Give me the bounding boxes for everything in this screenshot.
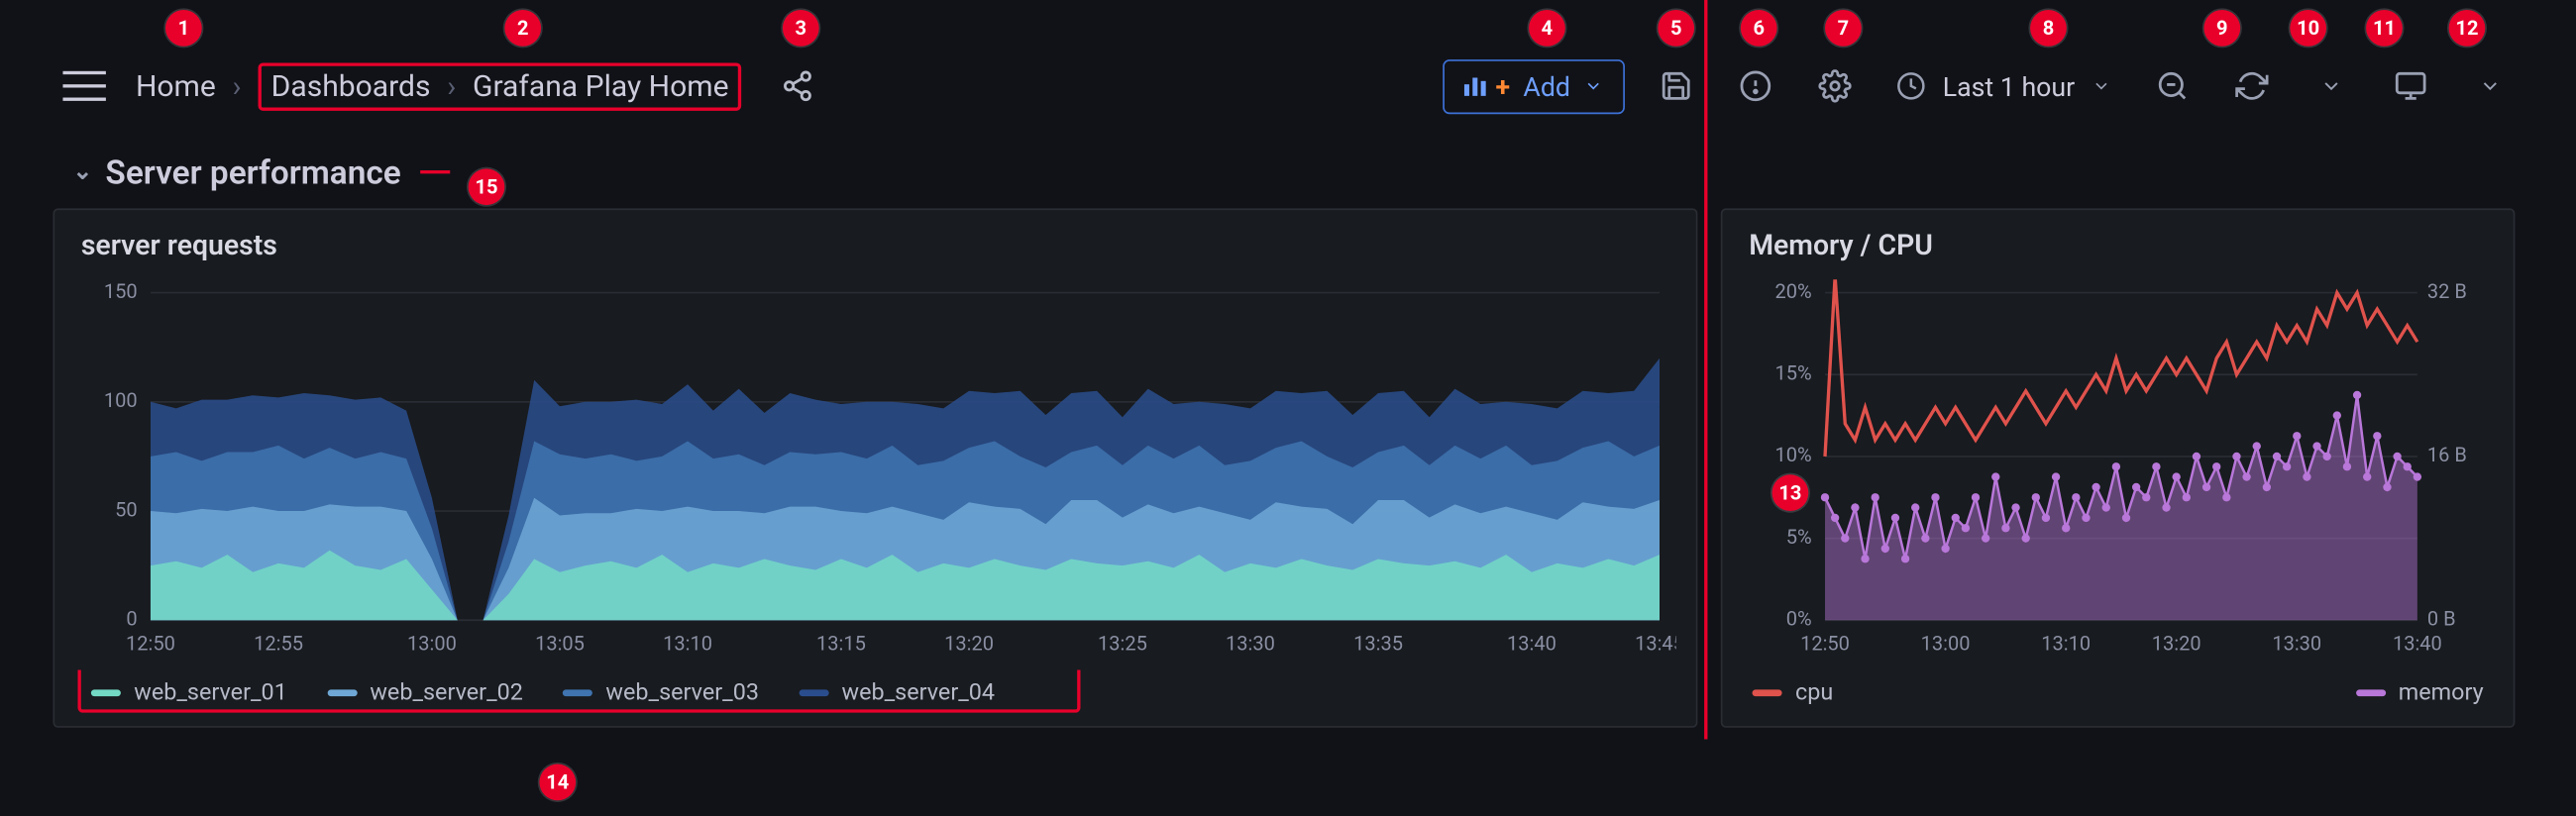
callout-13: 13 (1772, 474, 1809, 511)
row-toggle-server-performance[interactable]: ⌄ Server performance (43, 129, 2537, 208)
svg-text:13:30: 13:30 (2272, 631, 2321, 655)
svg-text:15%: 15% (1774, 361, 1811, 385)
breadcrumb-current[interactable]: Grafana Play Home (473, 68, 729, 103)
svg-text:13:30: 13:30 (1226, 631, 1275, 655)
top-bar: Home › Dashboards › Grafana Play Home + … (43, 43, 2537, 129)
time-range-picker[interactable]: Last 1 hour (1886, 70, 2121, 102)
zoom-out-button[interactable] (2144, 57, 2200, 114)
svg-text:13:40: 13:40 (1507, 631, 1556, 655)
add-label: Add (1523, 70, 1570, 102)
svg-text:0%: 0% (1786, 607, 1812, 631)
breadcrumb: Home › Dashboards › Grafana Play Home (136, 62, 814, 110)
svg-text:13:00: 13:00 (407, 631, 457, 655)
legend-item[interactable]: web_server_04 (799, 679, 995, 706)
legend-item[interactable]: web_server_02 (327, 679, 523, 706)
legend-server-requests: web_server_01 web_server_02 web_server_0… (74, 663, 1676, 706)
settings-button[interactable] (1807, 57, 1864, 114)
svg-text:13:40: 13:40 (2393, 631, 2442, 655)
svg-text:12:50: 12:50 (126, 631, 175, 655)
callout-6: 6 (1741, 10, 1777, 47)
chevron-right-icon: › (233, 68, 242, 103)
toolbar: + Add Last 1 hour (1443, 57, 2519, 114)
panel-memory-cpu[interactable]: Memory / CPU 0% 5% 10% 15% 20% 0 B 16 B 32 B 12:… (1721, 208, 2516, 727)
callout-7: 7 (1825, 10, 1862, 47)
grafana-dashboard-root: 1 2 3 4 5 6 7 8 9 10 11 12 13 14 15 Home… (0, 0, 2576, 816)
svg-text:13:20: 13:20 (2152, 631, 2201, 655)
svg-text:12:55: 12:55 (254, 631, 303, 655)
legend-item[interactable]: web_server_03 (563, 679, 759, 706)
row-title: Server performance (105, 153, 400, 192)
svg-text:13:20: 13:20 (944, 631, 994, 655)
svg-text:13:10: 13:10 (663, 631, 712, 655)
annotation-line (421, 170, 451, 173)
legend-item[interactable]: cpu (1753, 679, 1834, 706)
svg-text:50: 50 (115, 497, 138, 521)
callout-9: 9 (2203, 10, 2240, 47)
callout-3: 3 (783, 10, 819, 47)
callout-1: 1 (165, 10, 202, 47)
time-range-label: Last 1 hour (1943, 70, 2075, 102)
svg-text:13:15: 13:15 (816, 631, 866, 655)
callout-5: 5 (1658, 10, 1694, 47)
svg-text:32 B: 32 B (2427, 279, 2467, 303)
tv-mode-button[interactable] (2383, 57, 2439, 114)
svg-text:10%: 10% (1774, 443, 1811, 466)
dashboard-insights-button[interactable] (1728, 57, 1784, 114)
chevron-right-icon: › (447, 68, 456, 103)
refresh-button[interactable] (2223, 57, 2280, 114)
panel-title: Memory / CPU (1743, 227, 2494, 279)
add-panel-button[interactable]: + Add (1443, 58, 1625, 113)
breadcrumb-dashboards[interactable]: Dashboards (271, 68, 431, 103)
chart-server-requests[interactable]: 0 50 100 150 12:50 12:55 13:00 13:05 13:10 13:15 1… (74, 279, 1676, 663)
svg-text:150: 150 (104, 279, 138, 303)
svg-text:0: 0 (126, 607, 137, 631)
svg-text:12:50: 12:50 (1800, 631, 1850, 655)
callout-11: 11 (2366, 10, 2403, 47)
callout-10: 10 (2290, 10, 2326, 47)
chart-memory-cpu[interactable]: 0% 5% 10% 15% 20% 0 B 16 B 32 B 12:50 13:00 13:10 1… (1743, 279, 2494, 663)
callout-4: 4 (1529, 10, 1565, 47)
svg-text:13:35: 13:35 (1353, 631, 1403, 655)
svg-text:13:45: 13:45 (1635, 631, 1676, 655)
callout-8: 8 (2030, 10, 2067, 47)
svg-text:100: 100 (104, 388, 138, 412)
legend-item[interactable]: web_server_01 (91, 679, 287, 706)
panel-server-requests[interactable]: server requests 0 50 100 150 12:50 12:55 13:00… (53, 208, 1697, 727)
breadcrumb-home[interactable]: Home (136, 68, 216, 103)
legend-item[interactable]: memory (2355, 679, 2483, 706)
refresh-interval-button[interactable] (2304, 57, 2360, 114)
callout-12: 12 (2449, 10, 2486, 47)
svg-text:5%: 5% (1786, 525, 1812, 549)
panel-row: server requests 0 50 100 150 12:50 12:55 13:00… (43, 208, 2537, 727)
svg-text:0 B: 0 B (2427, 607, 2456, 631)
save-button[interactable] (1648, 57, 1704, 114)
share-icon[interactable] (782, 69, 814, 102)
svg-text:20%: 20% (1774, 279, 1811, 303)
plus-icon: + (1495, 70, 1510, 102)
callout-2: 2 (504, 10, 541, 47)
panel-title: server requests (74, 227, 1676, 279)
more-button[interactable] (2462, 57, 2519, 114)
callout-14: 14 (539, 765, 576, 801)
svg-text:13:00: 13:00 (1921, 631, 1971, 655)
menu-toggle-button[interactable] (62, 71, 105, 101)
legend-memory-cpu: cpu memory (1743, 663, 2494, 706)
svg-text:13:10: 13:10 (2041, 631, 2091, 655)
svg-text:13:05: 13:05 (535, 631, 585, 655)
svg-text:13:25: 13:25 (1098, 631, 1147, 655)
chevron-down-icon: ⌄ (72, 158, 92, 185)
svg-text:16 B: 16 B (2427, 443, 2467, 466)
callout-15: 15 (469, 168, 505, 205)
